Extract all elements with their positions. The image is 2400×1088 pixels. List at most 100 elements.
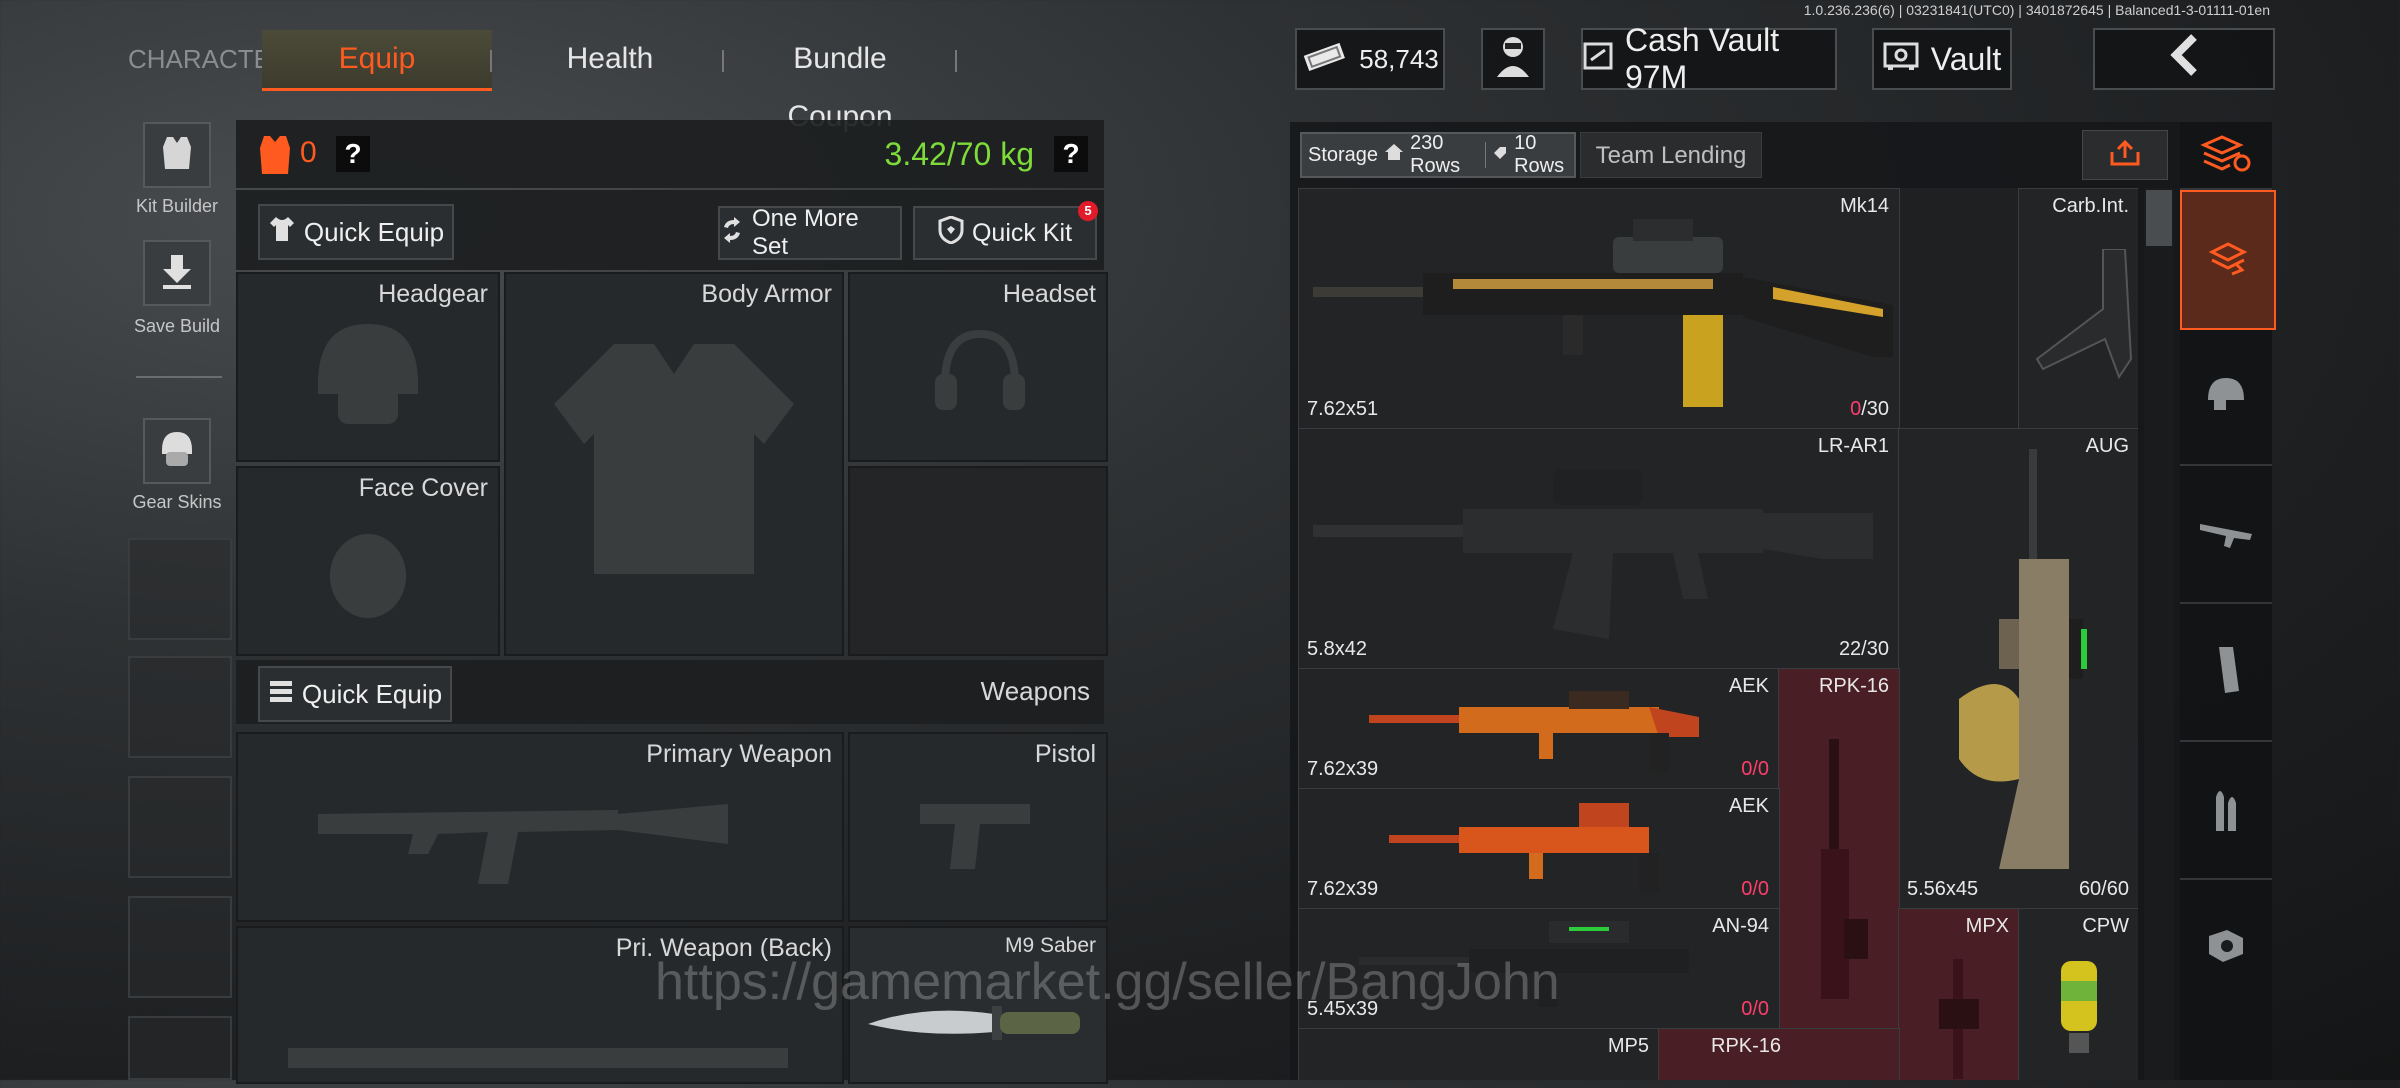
tab-bundle-coupon[interactable]: Bundle Coupon [745, 30, 935, 133]
primary-weapon-slot[interactable]: Primary Weapon [236, 732, 844, 922]
operator-button[interactable] [1481, 28, 1545, 90]
storage-item-lr-ar1[interactable]: LR-AR1 5.8x42 22/30 [1298, 428, 1900, 670]
ammo-stack-icon [268, 678, 294, 711]
watermark: https://gamemarket.gg/seller/BangJohn [655, 953, 1560, 1011]
storage-rows-other: 10 Rows [1514, 132, 1565, 177]
primary-weapon-label: Primary Weapon [646, 740, 832, 768]
category-all[interactable] [2180, 122, 2272, 190]
tab-health[interactable]: Health [520, 30, 700, 88]
storage-box-icon [2208, 238, 2248, 283]
help-button-left[interactable]: ? [336, 136, 370, 172]
refresh-icon [720, 216, 744, 250]
body-armor-slot[interactable]: Body Armor [504, 272, 844, 656]
sidebar-divider [136, 376, 222, 378]
sort-button[interactable] [2082, 130, 2168, 180]
team-lending-tab[interactable]: Team Lending [1580, 132, 1762, 178]
weapons-quick-equip-button[interactable]: Quick Equip [258, 666, 452, 722]
headset-slot[interactable]: Headset [848, 272, 1108, 462]
gear-skins-button[interactable] [143, 418, 211, 484]
gear-skins-label: Gear Skins [132, 492, 222, 512]
empty-slot[interactable] [128, 896, 232, 998]
quick-kit-button[interactable]: Quick Kit [913, 206, 1097, 260]
mpx-smg-icon [1939, 959, 1979, 1079]
stock-icon [2035, 249, 2133, 379]
tag-icon [1492, 144, 1508, 167]
weapons-quick-equip-label: Quick Equip [301, 678, 443, 709]
storage-item-rpk-16[interactable]: RPK-16 [1658, 1028, 1900, 1080]
aek-rifle-icon [1389, 803, 1659, 893]
save-build-button[interactable] [143, 240, 211, 306]
magazine-icon [2211, 645, 2241, 700]
item-ammo: 22/30 [1838, 638, 1889, 660]
back-button[interactable] [2093, 28, 2275, 90]
item-ammo: 60/60 [2078, 878, 2129, 900]
item-ammo: 0/0 [1741, 878, 1769, 900]
pistol-slot[interactable]: Pistol [848, 732, 1108, 922]
vault-button[interactable]: Vault [1872, 28, 2012, 90]
loadout-header: 0 ? 3.42/70 kg ? [236, 120, 1104, 188]
storage-item-mp5[interactable]: MP5 [1298, 1028, 1660, 1080]
operator-icon [1493, 33, 1533, 85]
headgear-slot[interactable]: Headgear [236, 272, 500, 462]
storage-item-aek[interactable]: AEK 7.62x39 0/0 [1298, 668, 1780, 790]
sight-icon [2203, 926, 2249, 971]
gas-mask-icon [330, 534, 406, 618]
help-button-weight[interactable]: ? [1054, 136, 1088, 172]
bullet-icon [2208, 783, 2244, 838]
empty-slot[interactable] [128, 776, 232, 878]
item-name: CPW [2082, 915, 2129, 937]
item-name: MPX [1965, 915, 2009, 937]
item-name: AEK [1728, 675, 1769, 697]
storage-item-mk14[interactable]: Mk14 7.62x51 0/30 [1298, 188, 1900, 430]
face-cover-slot[interactable]: Face Cover [236, 466, 500, 656]
tab-character[interactable]: CHARACTER [128, 30, 290, 88]
storage-tab[interactable]: Storage 230 Rows 10 Rows [1300, 132, 1576, 178]
category-rifle[interactable] [2180, 466, 2272, 604]
storage-item-aek[interactable]: AEK 7.62x39 0/0 [1298, 788, 1780, 910]
armor-count: 0 [300, 136, 317, 169]
body-armor-icon [554, 344, 794, 574]
helmet-icon [156, 428, 198, 475]
kit-builder-button[interactable] [143, 122, 211, 188]
storage-item-rpk-16[interactable]: RPK-16 [1778, 668, 1900, 1030]
headset-icon [935, 329, 1025, 410]
category-helmet[interactable] [2180, 328, 2272, 466]
tab-equip[interactable]: Equip [262, 30, 492, 91]
storage-item-aug[interactable]: AUG 5.56x45 60/60 [1898, 428, 2138, 910]
currency-display: 58,743 [1295, 28, 1445, 90]
empty-gear-slot[interactable] [848, 466, 1108, 656]
scrollbar-thumb[interactable] [2146, 190, 2172, 246]
layers-refresh-icon [2200, 133, 2252, 178]
storage-item-mpx[interactable]: MPX [1898, 908, 2020, 1080]
storage-item-carb-int[interactable]: Carb.Int. [2018, 188, 2138, 430]
shield-icon [938, 214, 964, 251]
rpk-16-rifle-icon [1821, 739, 1868, 999]
empty-slot[interactable] [128, 656, 232, 758]
quick-kit-label: Quick Kit [971, 218, 1073, 247]
empty-slot[interactable] [128, 1016, 232, 1080]
rifle-icon [2198, 514, 2254, 555]
storage-scrollbar[interactable] [2144, 188, 2174, 1080]
lr-ar1-rifle-icon [1313, 469, 1873, 639]
chevron-left-icon [2164, 33, 2204, 85]
quick-equip-label: Quick Equip [303, 216, 445, 247]
cash-vault-button[interactable]: Cash Vault 97M [1581, 22, 1837, 95]
item-caliber: 7.62x39 [1307, 758, 1379, 780]
storage-item-cpw[interactable]: CPW [2018, 908, 2138, 1080]
category-magazine[interactable] [2180, 604, 2272, 742]
item-name: RPK-16 [1818, 675, 1889, 697]
one-more-set-button[interactable]: One More Set [718, 205, 902, 260]
quick-kit-badge: 5 [1078, 201, 1098, 221]
item-name: Carb.Int. [2052, 195, 2129, 217]
cash-vault-icon [1583, 41, 1613, 78]
item-ammo: 0/0 [1741, 758, 1769, 780]
quick-equip-button[interactable]: Quick Equip [258, 204, 454, 260]
vault-label: Vault [1930, 40, 2002, 77]
item-name: RPK-16 [1711, 1035, 1782, 1057]
sort-icon [2108, 138, 2142, 173]
helmet-icon [318, 324, 418, 424]
category-storage[interactable] [2180, 190, 2276, 330]
category-attachments[interactable] [2180, 880, 2272, 1016]
category-ammo[interactable] [2180, 742, 2272, 880]
empty-slot[interactable] [128, 538, 232, 640]
